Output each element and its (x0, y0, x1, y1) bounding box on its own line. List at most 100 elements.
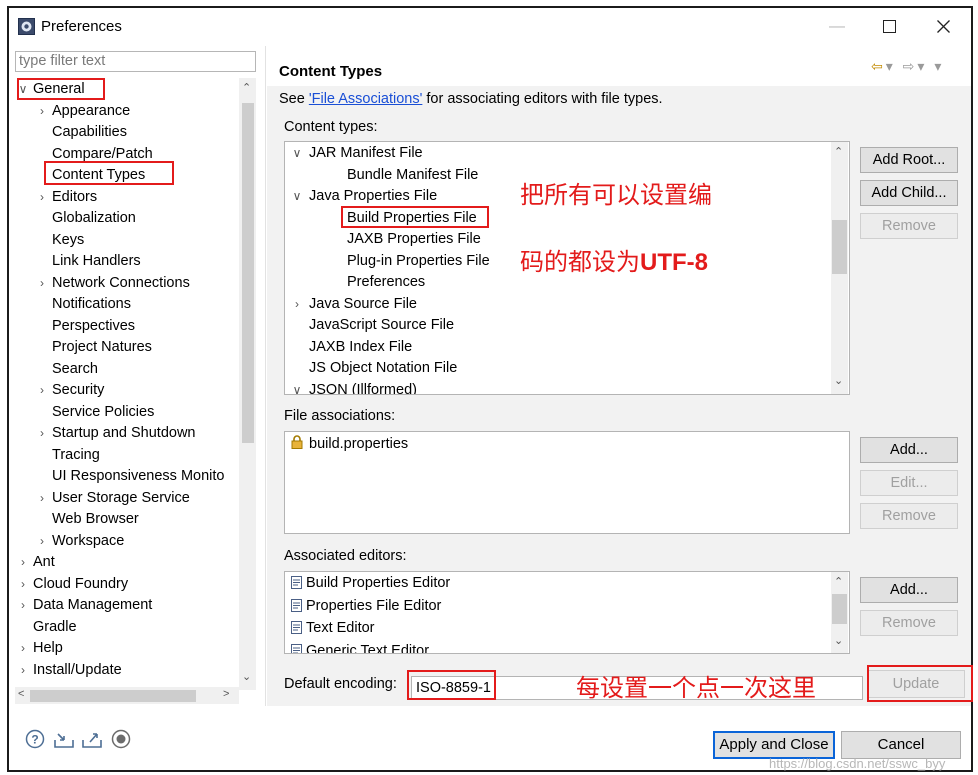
content-type-label: JS Object Notation File (309, 360, 458, 376)
content-types-label: Content types: (284, 119, 378, 135)
content-types-scroll-thumb[interactable] (832, 220, 847, 274)
annotation-line2-text: 码的都设为 (520, 248, 640, 276)
editor-item[interactable]: Properties File Editor (291, 596, 441, 617)
scroll-left-icon[interactable]: < (18, 688, 24, 700)
filter-input[interactable]: type filter text (15, 51, 256, 72)
watermark: https://blog.csdn.net/sswc_byy (769, 756, 946, 771)
apply-and-close-button[interactable]: Apply and Close (713, 731, 835, 759)
tree-item-label: Workspace (52, 532, 125, 549)
import-icon[interactable] (53, 729, 75, 749)
chevron-down-icon[interactable]: ∨ (291, 186, 303, 207)
file-associations-label: File associations: (284, 408, 396, 424)
chevron-right-icon[interactable]: › (17, 660, 29, 681)
window-title: Preferences (41, 18, 122, 35)
add-root-button[interactable]: Add Root... (860, 147, 958, 173)
highlight-encoding (407, 670, 496, 700)
tree-item-label: Tracing (52, 446, 100, 463)
export-icon[interactable] (81, 729, 103, 749)
chevron-right-icon[interactable]: › (36, 187, 48, 208)
editor-item[interactable]: Text Editor (291, 618, 375, 639)
add-child-button[interactable]: Add Child... (860, 180, 958, 206)
maximize-button[interactable] (869, 14, 909, 40)
chevron-right-icon[interactable]: › (291, 294, 303, 315)
back-arrow-icon[interactable]: ⇦ (871, 58, 886, 74)
content-type-label: JavaScript Source File (309, 317, 455, 333)
chevron-down-icon[interactable]: ∨ (291, 143, 303, 164)
forward-menu-icon[interactable]: ▾ (917, 58, 927, 74)
content-type-label: JAR Manifest File (309, 145, 423, 161)
editor-label: Build Properties Editor (306, 575, 451, 591)
content-type-label: JAXB Index File (309, 338, 413, 355)
highlight-general (17, 78, 105, 100)
editor-item[interactable]: Build Properties Editor (291, 573, 450, 594)
oomph-settings-icon[interactable] (111, 729, 131, 749)
ae-scroll-down-icon[interactable]: ⌄ (834, 634, 843, 647)
editor-item[interactable]: Generic Text Editor (291, 641, 429, 653)
chevron-right-icon[interactable]: › (17, 595, 29, 616)
add-editor-button[interactable]: Add... (860, 577, 958, 603)
help-icon[interactable]: ? (25, 729, 45, 749)
content-type-label: Java Source File (309, 295, 417, 312)
annotation-line3: 每设置一个点一次这里 (576, 674, 816, 702)
scroll-right-icon[interactable]: > (223, 688, 229, 700)
ct-scroll-down-icon[interactable]: ⌄ (834, 374, 843, 387)
scroll-up-icon[interactable]: ⌃ (242, 81, 251, 94)
chevron-right-icon[interactable]: › (36, 531, 48, 552)
tree-item-label: Security (52, 382, 105, 398)
eclipse-preferences-icon (18, 18, 35, 35)
remove-file-association-button[interactable]: Remove (860, 503, 958, 529)
view-menu-icon[interactable]: ▾ (934, 58, 944, 74)
tree-item-label: Service Policies (52, 403, 155, 420)
chevron-right-icon[interactable]: › (36, 101, 48, 122)
tree-item-label: Globalization (52, 210, 136, 226)
document-icon (291, 598, 302, 612)
chevron-right-icon[interactable]: › (36, 273, 48, 294)
ae-scroll-up-icon[interactable]: ⌃ (834, 575, 843, 588)
tree-hscroll-thumb[interactable] (30, 690, 196, 702)
scroll-down-icon[interactable]: ⌄ (242, 670, 251, 683)
pane-divider[interactable] (265, 46, 266, 706)
chevron-right-icon[interactable]: › (36, 488, 48, 509)
forward-arrow-icon[interactable]: ⇨ (903, 58, 918, 74)
edit-file-association-button[interactable]: Edit... (860, 470, 958, 496)
tree-item-label: Appearance (52, 102, 131, 119)
back-menu-icon[interactable]: ▾ (886, 58, 896, 74)
file-associations-list: build.properties (284, 431, 850, 534)
ct-scroll-up-icon[interactable]: ⌃ (834, 145, 843, 158)
chevron-right-icon[interactable]: › (17, 638, 29, 659)
chevron-right-icon[interactable]: › (17, 552, 29, 573)
chevron-down-icon[interactable]: ∨ (291, 380, 303, 395)
list-item[interactable]: build.properties (291, 434, 408, 455)
tree-scroll-thumb[interactable] (242, 103, 254, 443)
editors-scroll-thumb[interactable] (832, 594, 847, 624)
tree-item-label: Capabilities (52, 124, 127, 140)
tree-item-label: Help (33, 640, 63, 656)
content-type-label: Plug-in Properties File (347, 252, 490, 269)
title-bar: Preferences — (9, 8, 971, 46)
add-file-association-button[interactable]: Add... (860, 437, 958, 463)
associated-editors-list: Build Properties Editor Properties File E… (284, 571, 850, 654)
tree-item-label: User Storage Service (52, 489, 190, 506)
history-nav: ⇦▾ ⇨▾ ▾ (871, 58, 944, 75)
file-associations-link[interactable]: 'File Associations' (309, 91, 423, 107)
content-type-label: JSON (Illformed) (309, 381, 417, 395)
preferences-window: Preferences — type filter text ∨ General ›… (7, 6, 973, 772)
remove-content-type-button[interactable]: Remove (860, 213, 958, 239)
minimize-button[interactable]: — (817, 14, 857, 40)
chevron-right-icon[interactable]: › (36, 423, 48, 444)
document-icon (291, 621, 302, 634)
tree-item-label: Gradle (33, 618, 77, 635)
chevron-right-icon[interactable]: › (17, 574, 29, 595)
cancel-button[interactable]: Cancel (841, 731, 961, 759)
close-button[interactable] (923, 14, 963, 40)
remove-editor-button[interactable]: Remove (860, 610, 958, 636)
highlight-build-properties (341, 206, 489, 228)
associated-editors-label: Associated editors: (284, 548, 407, 564)
tree-item-label: Cloud Foundry (33, 575, 129, 592)
chevron-right-icon[interactable]: › (36, 380, 48, 401)
annotation-line2: 码的都设为UTF-8 (520, 242, 708, 277)
file-association-label: build.properties (309, 436, 409, 452)
default-encoding-label: Default encoding: (284, 676, 397, 692)
tree-item-label: Startup and Shutdown (52, 425, 196, 441)
close-icon (936, 20, 950, 33)
